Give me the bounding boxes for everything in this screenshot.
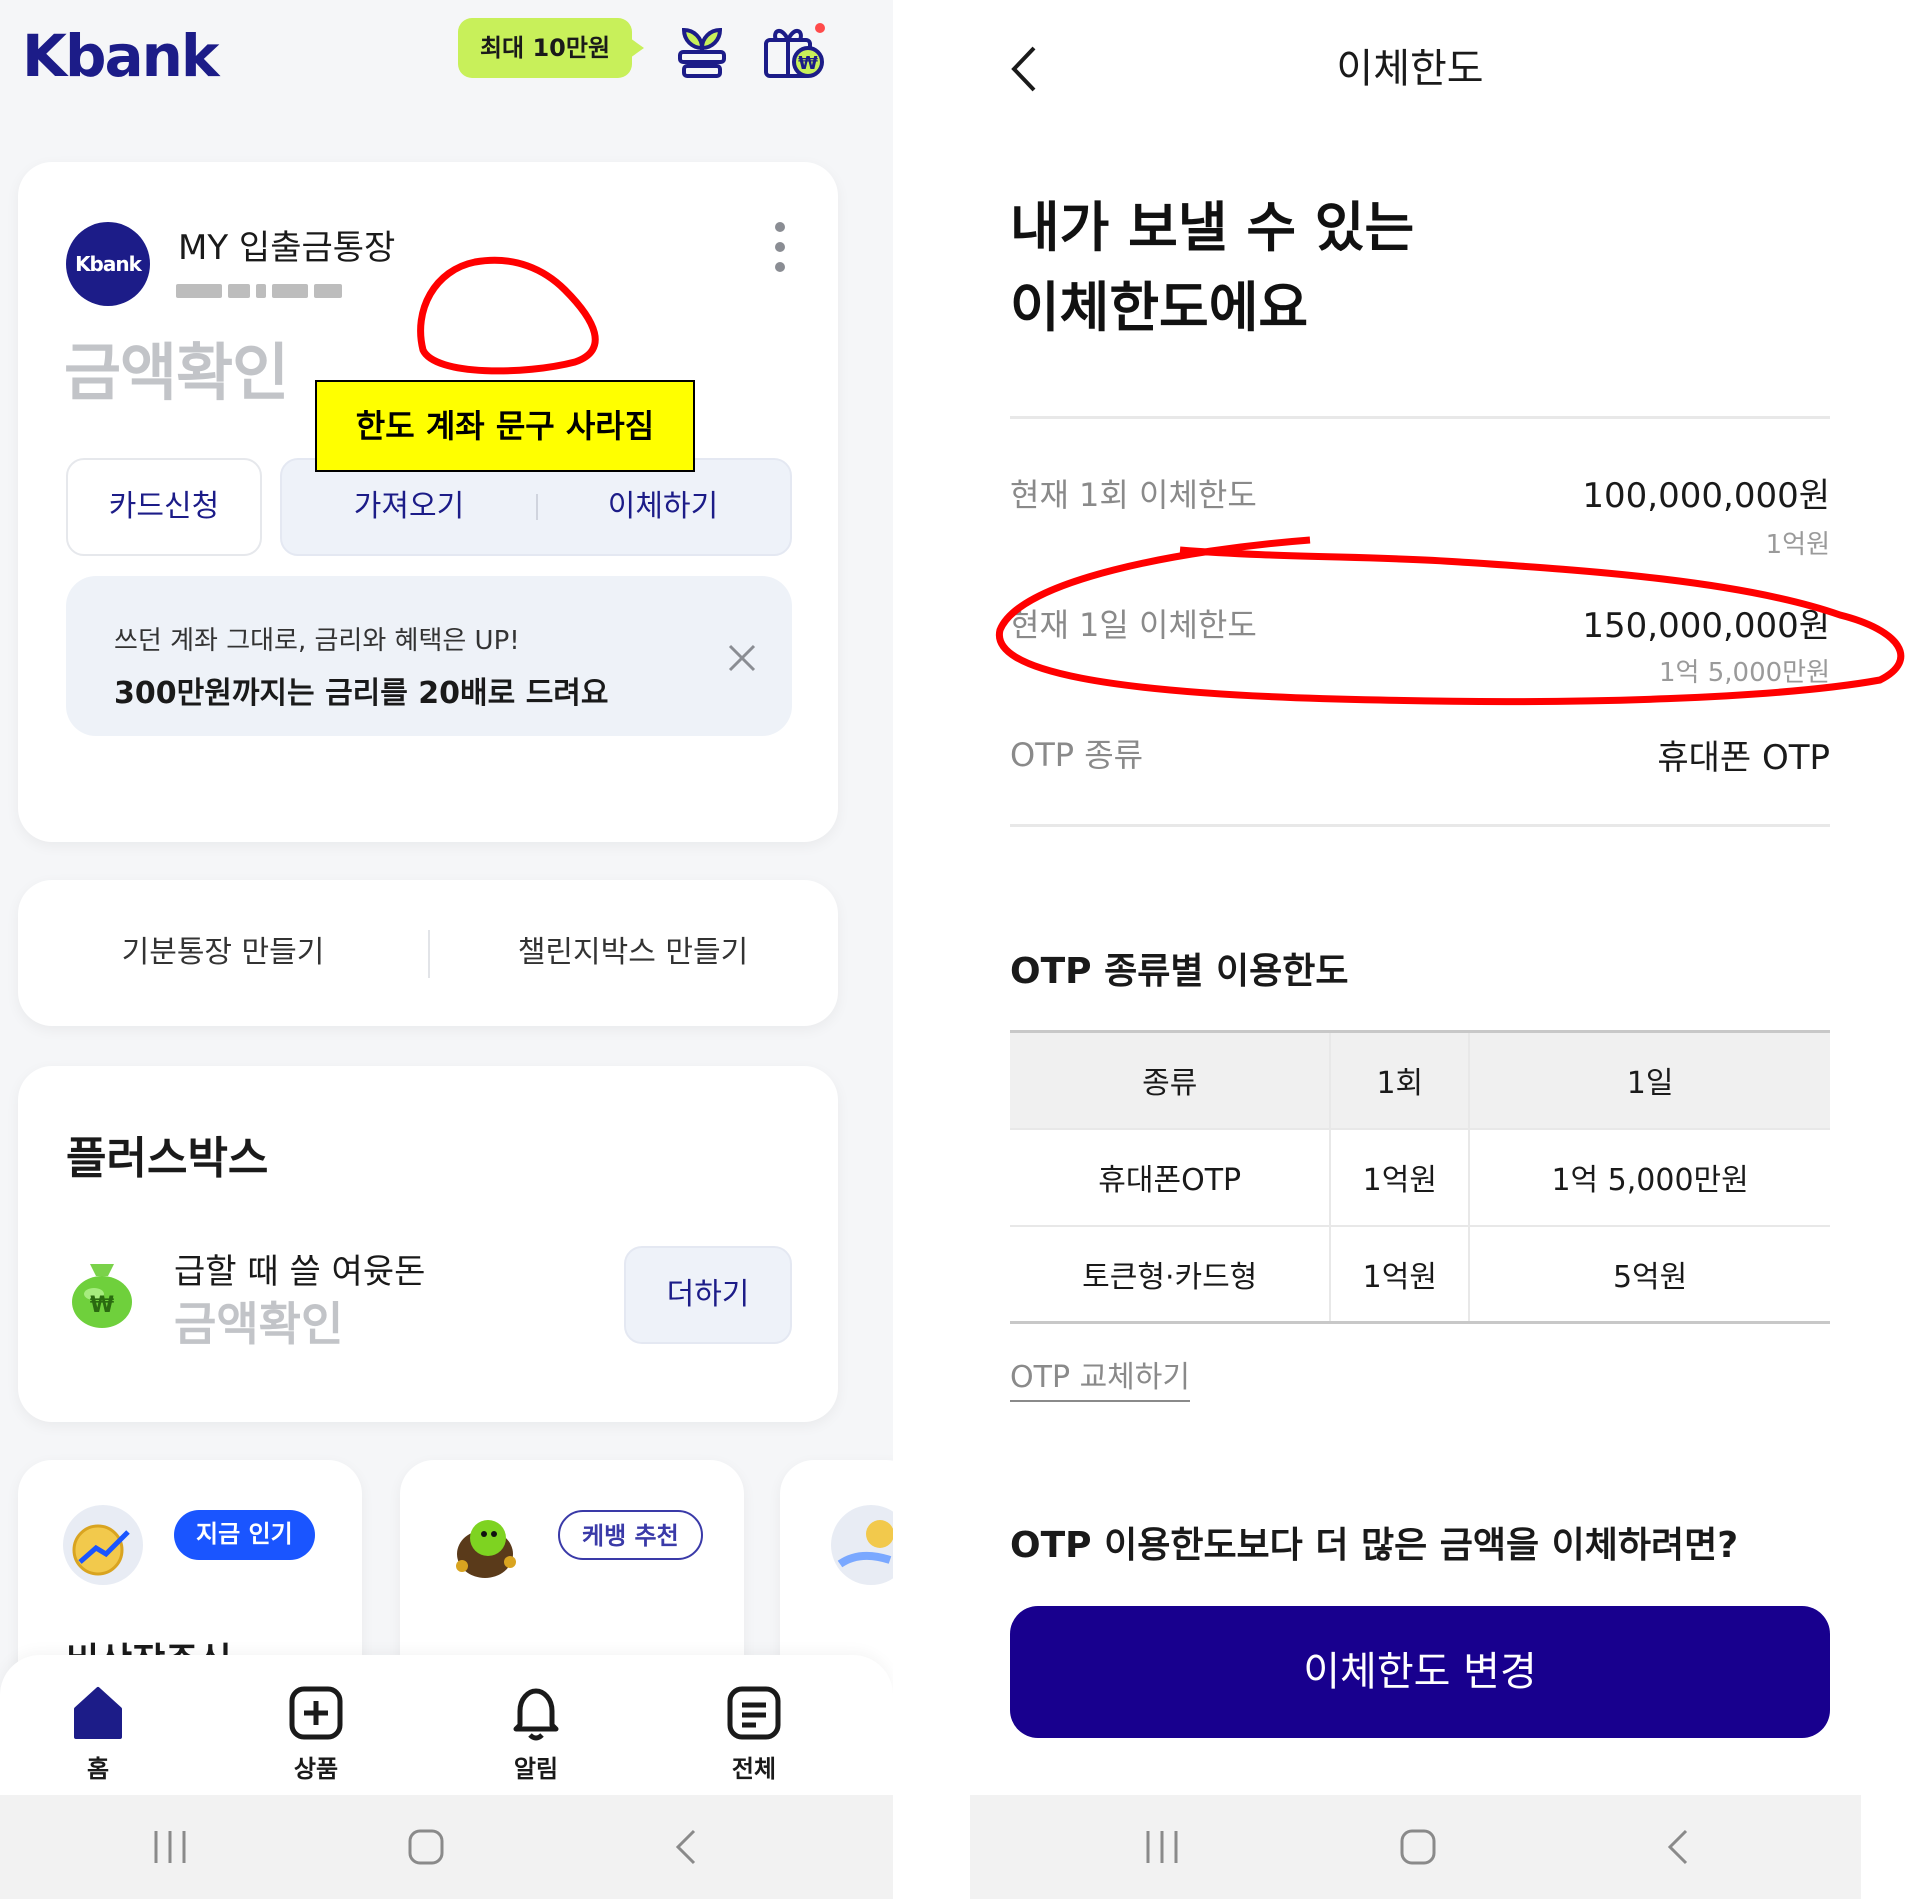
table-header-row: 종류 1회 1일 <box>1010 1031 1830 1129</box>
annotation-ellipse <box>995 536 1905 706</box>
svg-text:₩: ₩ <box>798 53 818 74</box>
account-number-masked <box>176 280 376 304</box>
cell-type: 휴대폰OTP <box>1098 1163 1242 1198</box>
challenge-box-button[interactable]: 챌린지박스 만들기 <box>428 880 838 1026</box>
sprout-icon[interactable] <box>670 18 734 82</box>
cell-daily: 1억 5,000만원 <box>1468 1128 1830 1226</box>
system-navigation-bar <box>970 1795 1861 1899</box>
plus-box-card: 플러스박스 ₩ 급할 때 쓸 여윳돈 금액확인 더하기 <box>18 1066 838 1422</box>
otp-replace-link[interactable]: OTP 교체하기 <box>1010 1352 1190 1402</box>
header-once: 1회 <box>1329 1031 1470 1129</box>
change-limit-button[interactable]: 이체한도 변경 <box>1010 1606 1830 1738</box>
nav-home-label: 홈 <box>86 1755 110 1783</box>
cell-type: 토큰형·카드형 <box>1082 1259 1258 1295</box>
divider <box>1010 824 1830 827</box>
popular-chip: 지금 인기 <box>174 1510 315 1560</box>
recommend-chip: 케뱅 추천 <box>558 1510 703 1560</box>
transfer-limit-screen: 이체한도 내가 보낼 수 있는 이체한도에요 현재 1회 이체한도 100,00… <box>970 0 1909 1899</box>
annotation-circle <box>417 256 599 375</box>
coin-hand-icon <box>831 1505 893 1585</box>
cell-daily: 5억원 <box>1468 1225 1830 1323</box>
bring-button[interactable]: 가져오기 <box>282 460 536 554</box>
plus-box-subtitle: 급할 때 쓸 여윳돈 <box>174 1252 426 1292</box>
home-system-icon[interactable] <box>404 1825 448 1869</box>
kbank-home-screen: Kbank 최대 10만원 ₩ Kbank MY 입출금통장 금액확인 카드신청… <box>0 0 893 1899</box>
per-transfer-limit-label: 현재 1회 이체한도 <box>1010 476 1257 514</box>
plus-box-title: 플러스박스 <box>66 1133 269 1184</box>
money-bag-icon: ₩ <box>72 1264 132 1328</box>
bank-logo-avatar: Kbank <box>66 222 150 306</box>
divider <box>1010 416 1830 419</box>
bell-icon <box>513 1688 559 1741</box>
heading-line-2: 이체한도에요 <box>1010 276 1309 339</box>
plus-box-amount[interactable]: 금액확인 <box>174 1288 343 1354</box>
balance-amount[interactable]: 금액확인 <box>64 322 289 412</box>
home-system-icon[interactable] <box>1396 1825 1440 1869</box>
quick-actions-card: 기분통장 만들기 챌린지박스 만들기 <box>18 880 838 1026</box>
bottom-navigation: 홈 상품 알림 전체 <box>0 1655 893 1795</box>
otp-type-value: 휴대폰 OTP <box>1657 738 1830 778</box>
svg-text:₩: ₩ <box>90 1293 114 1318</box>
more-limit-title: OTP 이용한도보다 더 많은 금액을 이체하려면? <box>1010 1525 1739 1566</box>
promo-badge[interactable]: 최대 10만원 <box>458 18 644 78</box>
more-options-icon[interactable] <box>770 222 790 278</box>
nav-products[interactable]: 상품 <box>256 1683 376 1784</box>
bring-transfer-group: 가져오기 이체하기 <box>280 458 792 556</box>
menu-list-icon <box>727 1686 781 1740</box>
turtle-mascot-icon <box>456 1520 516 1578</box>
gold-chart-icon <box>63 1505 143 1585</box>
plus-square-icon <box>289 1686 343 1740</box>
table-row: 휴대폰OTP 1억원 1억 5,000만원 <box>1010 1128 1830 1226</box>
header-type: 종류 <box>1142 1066 1198 1102</box>
otp-limits-table: 종류 1회 1일 휴대폰OTP 1억원 1억 5,000만원 토큰형·카드형 1… <box>1010 1030 1830 1324</box>
page-title: 이체한도 <box>1336 46 1484 92</box>
heading-line-1: 내가 보낼 수 있는 <box>1010 196 1415 259</box>
system-navigation-bar <box>0 1795 893 1899</box>
banner-subtitle: 쓰던 계좌 그대로, 금리와 혜택은 UP! <box>114 626 520 656</box>
nav-products-label: 상품 <box>293 1755 339 1783</box>
gift-won-icon[interactable]: ₩ <box>762 18 826 82</box>
kbank-logo: Kbank <box>22 22 219 90</box>
otp-limits-title: OTP 종류별 이용한도 <box>1010 951 1349 992</box>
transfer-button[interactable]: 이체하기 <box>536 460 790 554</box>
nav-all-label: 전체 <box>731 1755 777 1783</box>
header-daily: 1일 <box>1468 1031 1830 1129</box>
annotation-note: 한도 계좌 문구 사라짐 <box>315 380 695 472</box>
nav-home[interactable]: 홈 <box>38 1683 158 1784</box>
add-button[interactable]: 더하기 <box>624 1246 792 1344</box>
per-transfer-limit-value: 100,000,000원 <box>1582 476 1830 516</box>
card-apply-button[interactable]: 카드신청 <box>66 458 262 556</box>
account-name[interactable]: MY 입출금통장 <box>178 220 395 269</box>
cell-once: 1억원 <box>1329 1225 1470 1323</box>
promo-banner[interactable]: 쓰던 계좌 그대로, 금리와 혜택은 UP! 300만원까지는 금리를 20배로… <box>66 576 792 736</box>
page-heading: 내가 보낼 수 있는 이체한도에요 <box>1010 188 1414 348</box>
nav-alerts[interactable]: 알림 <box>476 1683 596 1784</box>
otp-type-label: OTP 종류 <box>1010 736 1144 774</box>
back-system-icon[interactable] <box>664 1825 708 1869</box>
table-row: 토큰형·카드형 1억원 5억원 <box>1010 1225 1830 1323</box>
recent-apps-icon[interactable] <box>1140 1825 1184 1869</box>
nav-alerts-label: 알림 <box>513 1755 559 1783</box>
banner-title: 300만원까지는 금리를 20배로 드려요 <box>114 676 609 711</box>
home-icon <box>74 1687 122 1739</box>
close-icon[interactable] <box>722 638 762 678</box>
mood-account-button[interactable]: 기분통장 만들기 <box>18 880 428 1026</box>
back-system-icon[interactable] <box>1656 1825 1700 1869</box>
recent-apps-icon[interactable] <box>148 1825 192 1869</box>
cell-once: 1억원 <box>1329 1128 1470 1226</box>
nav-all[interactable]: 전체 <box>694 1683 814 1784</box>
